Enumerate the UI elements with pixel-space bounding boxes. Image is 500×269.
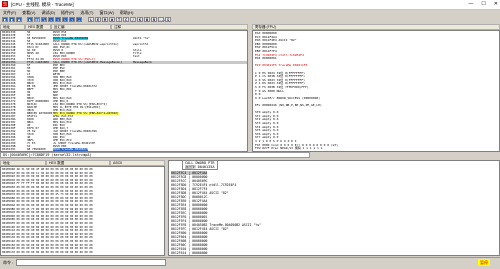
menu-help[interactable]: 帮助(H) [120, 9, 134, 16]
memory-window-button[interactable]: M [102, 17, 108, 22]
tooltip-line: 返回到 0040135A [185, 165, 215, 169]
menu-bar: 文件(F) 查看(V) 调试(D) 插件(P) 选项(T) 窗口(W) 帮助(H… [0, 9, 500, 16]
menu-options[interactable]: 选项(T) [80, 9, 93, 16]
restart-button[interactable]: ◧ [9, 17, 15, 22]
pause-button[interactable]: ❚❚ [34, 17, 40, 22]
info-line: DS:[0040509C]=7C80DF19 (kernel32.lstrcmp… [0, 152, 310, 158]
modules-window-button[interactable]: E [95, 17, 101, 22]
goto-button[interactable]: → [76, 17, 82, 22]
menu-window[interactable]: 窗口(W) [99, 9, 113, 16]
cpu-window-button[interactable]: C [123, 17, 129, 22]
menu-file[interactable]: 文件(F) [3, 9, 16, 16]
windows-window-button[interactable]: W [109, 17, 115, 22]
patches-window-button[interactable]: / [130, 17, 136, 22]
source-window-button[interactable]: S [165, 17, 171, 22]
trace-into-button[interactable]: ⇥ [55, 17, 61, 22]
minimize-icon[interactable]: — [468, 1, 473, 7]
disassembly-pane[interactable]: 0040133D 56 PUSH ESI 0040133E 57 PUSH EDI 0040… [0, 30, 248, 152]
register-row[interactable]: EDI 00000001 [255, 57, 277, 61]
breakpoints-window-button[interactable]: B [144, 17, 150, 22]
maximize-icon[interactable]: ☐ [481, 1, 485, 7]
command-label: 命令 : [3, 260, 14, 265]
open-file-button[interactable]: ◧ [2, 17, 8, 22]
window-title: [CPU - 主线程, 模块 - TraceMe] [11, 2, 74, 7]
menu-debug[interactable]: 调试(D) [41, 9, 55, 16]
command-input[interactable] [16, 259, 166, 266]
memory-dump-pane[interactable]: 00405000 2D 31 00 00 4F 4B 00 00 00 00 0… [0, 166, 165, 256]
execute-till-return-button[interactable]: ↴ [69, 17, 75, 22]
run-trace-window-button[interactable]: ... [158, 17, 165, 22]
step-into-button[interactable]: ⤵ [41, 17, 47, 22]
window-controls: — ☐ ✕ [468, 1, 498, 7]
stack-row[interactable]: 0012F614 | 00000000 [171, 251, 207, 255]
threads-window-button[interactable]: T [116, 17, 122, 22]
close-icon[interactable]: ✕ [494, 1, 498, 7]
run-button[interactable]: ▶ [27, 17, 33, 22]
register-row[interactable]: FCW 027F Prec NEAR,53 掩码 1 1 1 1 1 1 [255, 147, 322, 151]
close-program-button[interactable]: ⏏ [16, 17, 22, 22]
menu-plugins[interactable]: 插件(P) [61, 9, 74, 16]
toolbar: ◧ ◧ ⏏ ▶ ❚❚ ⤵ ⤷ ⇥ ↳ ↴ → L E M W T C / K B… [0, 16, 500, 23]
paused-status-badge: 暂停 [478, 259, 490, 266]
stack-tooltip: CALL DWORD PTR 返回到 0040135A [182, 160, 218, 170]
status-bar: 命令 : 暂停 [0, 257, 500, 269]
register-row[interactable]: EFL 00000246 (NO,NB,E,BE,NS,PE,GE,LE) [255, 103, 322, 108]
app-icon: 虫 [2, 1, 8, 7]
register-row[interactable]: EIP 004011F5 TraceMe.004011F5 [255, 64, 307, 68]
register-row[interactable]: O 0 LastErr ERROR_SUCCESS (00000000) [255, 96, 320, 101]
registers-pane[interactable]: EAX 00000000 ECX 0012F4A4 EDX 0012F4E4 ASC… [252, 30, 500, 152]
menu-view[interactable]: 查看(V) [22, 9, 35, 16]
dump-row[interactable]: 00405170 00 00 00 00 00 00 00 00 00 00 0… [2, 250, 93, 255]
trace-over-button[interactable]: ↳ [62, 17, 68, 22]
stack-pane[interactable]: 0012F5C4 | 0012F4A4 0012F5C8 | 00000000 00… [168, 160, 500, 256]
step-over-button[interactable]: ⤷ [48, 17, 54, 22]
callstack-window-button[interactable]: K [137, 17, 143, 22]
log-window-button[interactable]: L [88, 17, 94, 22]
references-window-button[interactable]: R [151, 17, 157, 22]
